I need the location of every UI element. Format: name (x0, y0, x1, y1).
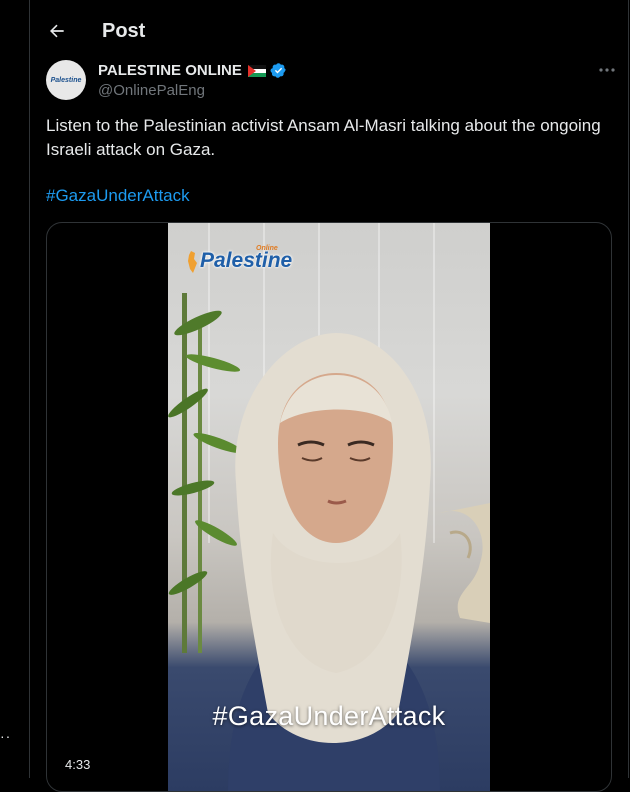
page-title: Post (102, 20, 146, 42)
divider-right (628, 0, 629, 778)
post-column: Post Palestine PALESTINE ONLINE @OnlineP… (30, 0, 628, 792)
more-horizontal-icon (599, 68, 615, 72)
author-name-line: PALESTINE ONLINE (98, 62, 287, 79)
author-handle[interactable]: @OnlinePalEng (98, 82, 205, 99)
back-button[interactable] (40, 14, 74, 48)
left-rail-more-icon[interactable]: ·· (0, 728, 11, 744)
hashtag-link[interactable]: #GazaUnderAttack (46, 186, 190, 206)
video-card[interactable]: Palestine Online #GazaUnderAttack 4:33 (46, 222, 612, 792)
more-options-button[interactable] (592, 60, 622, 80)
watermark-text: Palestine (200, 249, 293, 272)
author-row: Palestine PALESTINE ONLINE @OnlinePalEng (46, 60, 615, 104)
left-rail: ·· (0, 0, 30, 778)
avatar[interactable]: Palestine (46, 60, 86, 100)
palestine-map-icon (188, 251, 197, 273)
page-header: Post (30, 0, 628, 64)
arrow-left-icon (50, 24, 64, 38)
video-overlay-hashtag: #GazaUnderAttack (212, 701, 446, 731)
tweet-text: Listen to the Palestinian activist Ansam… (46, 116, 601, 159)
watermark-sub-text: Online (256, 245, 278, 252)
avatar-logo-text: Palestine (50, 76, 82, 84)
verified-badge-icon (270, 63, 286, 78)
palestine-online-watermark: Palestine Online (186, 245, 293, 273)
palestine-flag-icon (247, 64, 266, 77)
author-name[interactable]: PALESTINE ONLINE (98, 62, 242, 79)
video-duration-badge: 4:33 (59, 755, 97, 774)
video-frame[interactable]: Palestine Online #GazaUnderAttack (168, 223, 490, 791)
